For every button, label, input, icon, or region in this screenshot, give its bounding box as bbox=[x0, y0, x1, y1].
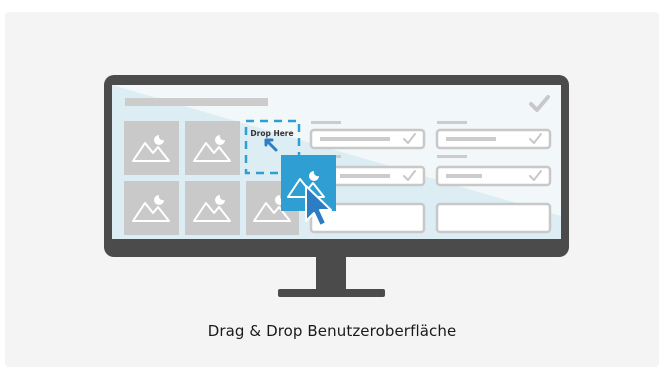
monitor-illustration: Drop Here bbox=[104, 75, 569, 297]
drop-zone-label: Drop Here bbox=[250, 129, 293, 138]
input-field-empty[interactable] bbox=[435, 202, 552, 234]
caption: Drag & Drop Benutzeroberfläche bbox=[207, 322, 457, 340]
monitor-base bbox=[278, 289, 385, 297]
input-field[interactable] bbox=[435, 165, 552, 187]
field-label-placeholder bbox=[437, 121, 467, 124]
input-field[interactable] bbox=[309, 128, 426, 150]
title-placeholder bbox=[125, 98, 268, 106]
image-tile[interactable] bbox=[185, 121, 240, 175]
monitor-neck bbox=[316, 253, 346, 291]
input-field[interactable] bbox=[435, 128, 552, 150]
field-label-placeholder bbox=[311, 121, 341, 124]
field-label-placeholder bbox=[437, 155, 467, 158]
image-tile[interactable] bbox=[185, 181, 240, 235]
image-tile[interactable] bbox=[124, 181, 179, 235]
image-tile[interactable] bbox=[124, 121, 179, 175]
